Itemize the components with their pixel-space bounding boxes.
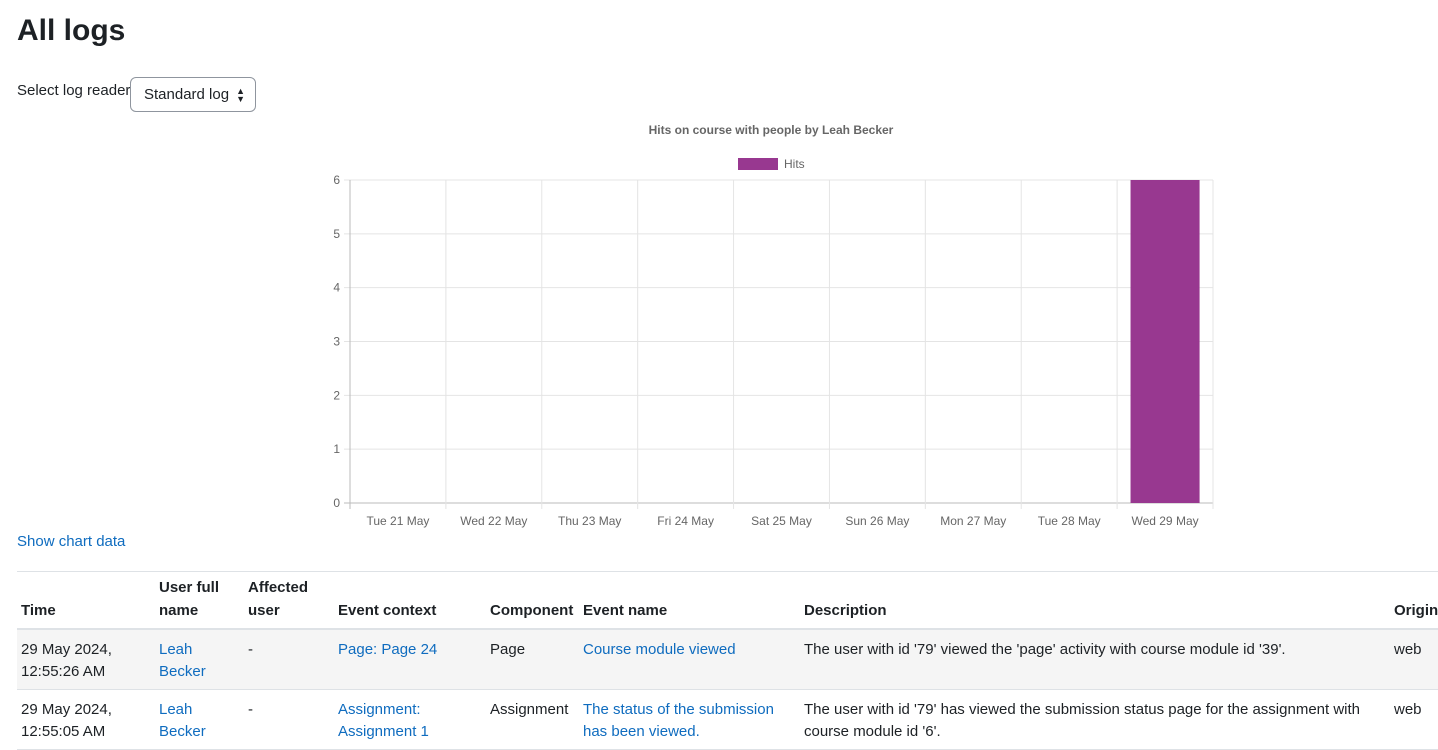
cell-user: Leah Becker bbox=[155, 629, 244, 690]
cell-event-name: The status of the submission has been vi… bbox=[579, 689, 800, 750]
cell-event-context: Page: Page 24 bbox=[334, 629, 486, 690]
show-chart-data-link[interactable]: Show chart data bbox=[17, 533, 125, 550]
chart-bars bbox=[1130, 180, 1200, 503]
y-tick-label: 1 bbox=[333, 442, 340, 456]
table-header-row: Time User full name Affected user Event … bbox=[17, 572, 1438, 630]
chart-y-axis: 0 1 2 3 4 5 6 bbox=[333, 173, 340, 510]
table-row: 29 May 2024, 12:55:05 AM Leah Becker - A… bbox=[17, 689, 1438, 750]
legend-label: Hits bbox=[784, 157, 805, 171]
hits-chart: Hits on course with people by Leah Becke… bbox=[333, 123, 1214, 528]
event-name-link[interactable]: The status of the submission has been vi… bbox=[583, 701, 774, 740]
col-header-description[interactable]: Description bbox=[800, 572, 1390, 630]
event-context-link[interactable]: Page: Page 24 bbox=[338, 641, 437, 658]
cell-time: 29 May 2024, 12:55:26 AM bbox=[17, 629, 155, 690]
x-tick-label: Fri 24 May bbox=[657, 514, 714, 528]
cell-affected-user: - bbox=[244, 629, 334, 690]
bar bbox=[1130, 180, 1200, 503]
y-tick-label: 6 bbox=[333, 173, 340, 187]
x-tick-label: Thu 23 May bbox=[558, 514, 621, 528]
cell-description: The user with id '79' viewed the 'page' … bbox=[800, 629, 1390, 690]
logs-table: Time User full name Affected user Event … bbox=[17, 572, 1438, 750]
legend-swatch bbox=[738, 158, 778, 170]
col-header-component[interactable]: Component bbox=[486, 572, 579, 630]
user-link[interactable]: Leah Becker bbox=[159, 701, 206, 740]
event-name-link[interactable]: Course module viewed bbox=[583, 641, 736, 658]
col-header-origin[interactable]: Origin bbox=[1390, 572, 1438, 630]
cell-time: 29 May 2024, 12:55:05 AM bbox=[17, 689, 155, 750]
x-tick-label: Wed 29 May bbox=[1131, 514, 1198, 528]
table-row: 29 May 2024, 12:55:26 AM Leah Becker - P… bbox=[17, 629, 1438, 690]
chart-title: Hits on course with people by Leah Becke… bbox=[649, 123, 894, 137]
cell-origin: web bbox=[1390, 689, 1438, 750]
y-tick-label: 2 bbox=[333, 388, 340, 402]
x-tick-label: Mon 27 May bbox=[940, 514, 1006, 528]
x-tick-label: Tue 21 May bbox=[366, 514, 429, 528]
y-tick-label: 5 bbox=[333, 227, 340, 241]
log-reader-select[interactable]: Standard log ▲ ▼ bbox=[130, 77, 256, 112]
user-link[interactable]: Leah Becker bbox=[159, 641, 206, 680]
log-reader-selected-value: Standard log bbox=[144, 86, 230, 103]
page-title: All logs bbox=[17, 14, 126, 47]
col-header-time[interactable]: Time bbox=[17, 572, 155, 630]
x-tick-label: Wed 22 May bbox=[460, 514, 527, 528]
cell-origin: web bbox=[1390, 629, 1438, 690]
col-header-event-context[interactable]: Event context bbox=[334, 572, 486, 630]
y-tick-label: 4 bbox=[333, 281, 340, 295]
chart-grid bbox=[344, 179, 1214, 509]
col-header-user[interactable]: User full name bbox=[155, 572, 244, 630]
y-tick-label: 0 bbox=[333, 496, 340, 510]
x-tick-label: Sun 26 May bbox=[845, 514, 909, 528]
x-tick-label: Tue 28 May bbox=[1038, 514, 1101, 528]
cell-component: Page bbox=[486, 629, 579, 690]
cell-component: Assignment bbox=[486, 689, 579, 750]
y-tick-label: 3 bbox=[333, 335, 340, 349]
cell-affected-user: - bbox=[244, 689, 334, 750]
x-tick-label: Sat 25 May bbox=[751, 514, 812, 528]
cell-event-context: Assignment: Assignment 1 bbox=[334, 689, 486, 750]
col-header-affected-user[interactable]: Affected user bbox=[244, 572, 334, 630]
chart-legend[interactable]: Hits bbox=[738, 157, 805, 171]
col-header-event-name[interactable]: Event name bbox=[579, 572, 800, 630]
cell-description: The user with id '79' has viewed the sub… bbox=[800, 689, 1390, 750]
log-reader-label: Select log reader bbox=[17, 82, 131, 99]
cell-event-name: Course module viewed bbox=[579, 629, 800, 690]
chart-x-axis: Tue 21 May Wed 22 May Thu 23 May Fri 24 May… bbox=[366, 514, 1198, 528]
cell-user: Leah Becker bbox=[155, 689, 244, 750]
event-context-link[interactable]: Assignment: Assignment 1 bbox=[338, 701, 429, 740]
select-arrows-icon: ▲ ▼ bbox=[236, 85, 245, 104]
